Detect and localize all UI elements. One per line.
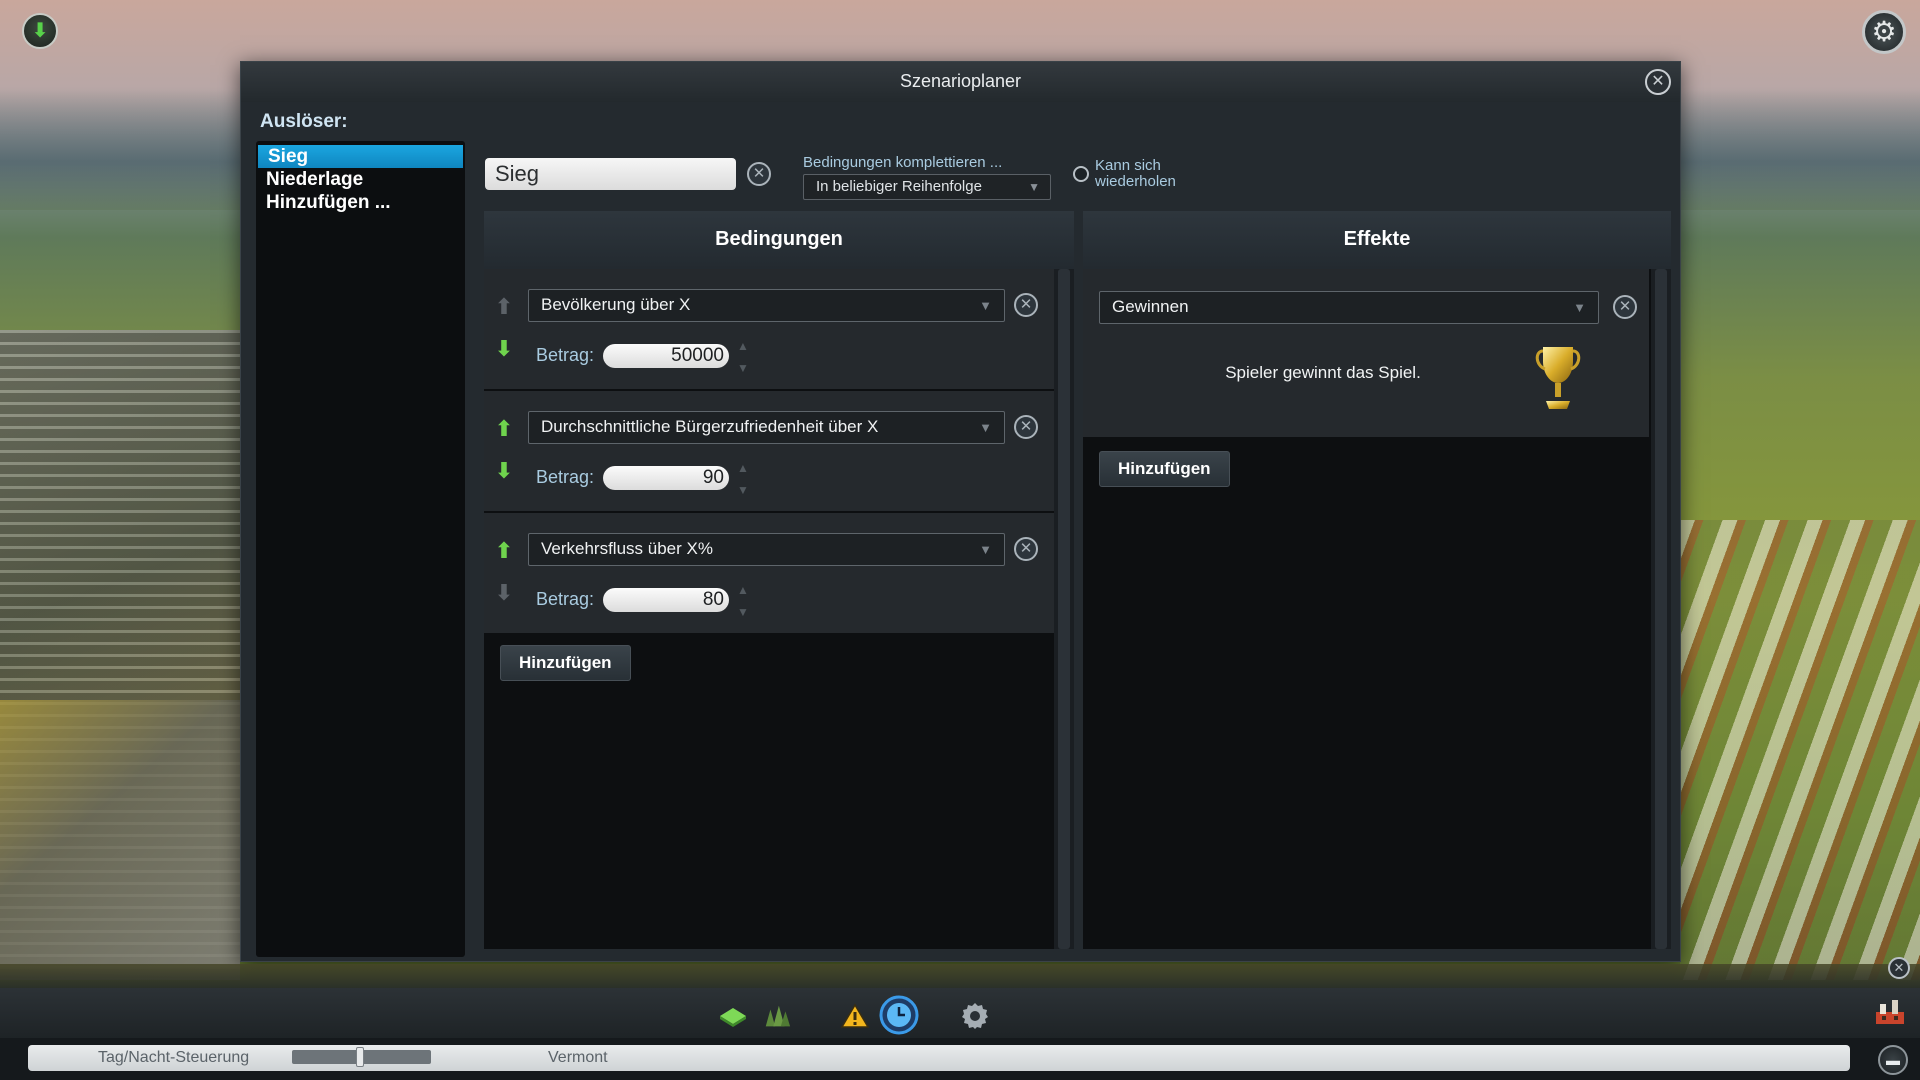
background-town-right [1680,520,1920,980]
message-icon: ▬ [1886,1052,1900,1068]
trigger-list: Sieg Niederlage Hinzufügen ... [256,141,465,957]
condition-type-value: Bevölkerung über X [541,295,691,314]
add-condition-button[interactable]: Hinzufügen [500,645,631,681]
amount-label: Betrag: [536,345,595,365]
condition-card: ⬆ ⬇ Durchschnittliche Bürgerzufriedenhei… [484,391,1054,511]
condition-type-dropdown[interactable]: Durchschnittliche Bürgerzufriedenheit üb… [528,411,1005,444]
unlock-download-button[interactable]: ⬇ [22,13,58,49]
close-icon: ✕ [1618,298,1632,315]
condition-type-dropdown[interactable]: Bevölkerung über X ▼ [528,289,1005,322]
repeat-checkbox[interactable] [1073,166,1089,182]
chevron-down-icon: ▼ [979,420,992,435]
delete-trigger-button[interactable]: ✕ [747,162,771,186]
add-effect-button[interactable]: Hinzufügen [1099,451,1230,487]
city-building-icon[interactable] [1874,998,1906,1026]
amount-label: Betrag: [536,467,595,487]
move-down-arrow-icon[interactable]: ⬇ [494,337,514,361]
close-icon: ✕ [1019,418,1033,435]
effect-type-dropdown[interactable]: Gewinnen ▼ [1099,291,1599,324]
stepper-up-icon[interactable]: ▲ [737,337,749,355]
move-down-arrow-icon[interactable]: ⬇ [494,581,514,605]
chirper-toggle-button[interactable]: ▬ [1878,1045,1908,1075]
download-arrow-icon: ⬇ [31,20,49,42]
close-icon: ✕ [1019,540,1033,557]
chevron-down-icon: ▼ [979,542,992,557]
window-title: Szenarioplaner [241,62,1680,102]
move-up-arrow-icon[interactable]: ⬆ [494,539,514,563]
move-up-arrow-icon[interactable]: ⬆ [494,417,514,441]
complete-conditions-label: Bedingungen komplettieren ... [803,154,1003,171]
condition-type-dropdown[interactable]: Verkehrsfluss über X% ▼ [528,533,1005,566]
amount-label: Betrag: [536,589,595,609]
trigger-item-niederlage[interactable]: Niederlage [256,168,465,191]
close-icon: ✕ [1893,960,1905,975]
effect-card: Gewinnen ▼ ✕ Spieler gewinnt das Spiel. [1083,269,1649,437]
close-toolbar-button[interactable]: ✕ [1888,957,1910,979]
stepper-down-icon[interactable]: ▼ [737,603,749,621]
amount-stepper[interactable]: ▲ ▼ [735,337,751,377]
trigger-item-sieg[interactable]: Sieg [258,145,463,168]
terrain-icon[interactable] [718,1001,748,1031]
triggers-label: Auslöser: [260,111,348,132]
close-icon: ✕ [752,165,766,182]
condition-order-dropdown[interactable]: In beliebiger Reihenfolge ▼ [803,174,1051,200]
conditions-panel: Bedingungen ⬆ ⬇ Bevölkerung über X ▼ ✕ B… [484,211,1074,949]
effect-description: Spieler gewinnt das Spiel. [1225,363,1421,382]
bottom-band [0,964,1920,988]
condition-type-value: Verkehrsfluss über X% [541,539,713,558]
chevron-down-icon: ▼ [979,298,992,313]
stepper-down-icon[interactable]: ▼ [737,359,749,377]
gear-icon: ⚙ [1871,16,1897,47]
amount-stepper[interactable]: ▲ ▼ [735,459,751,499]
stepper-up-icon[interactable]: ▲ [737,581,749,599]
remove-condition-button[interactable]: ✕ [1014,293,1038,317]
condition-card: ⬆ ⬇ Bevölkerung über X ▼ ✕ Betrag: 50000… [484,269,1054,389]
scenario-planner-window: Szenarioplaner ✕ Auslöser: Sieg Niederla… [240,61,1681,962]
options-gear-button[interactable]: ⚙ [1862,10,1906,54]
conditions-header: Bedingungen [484,211,1074,269]
effect-type-value: Gewinnen [1112,297,1189,316]
trees-icon[interactable] [762,1001,792,1031]
condition-type-value: Durchschnittliche Bürgerzufriedenheit üb… [541,417,879,436]
remove-condition-button[interactable]: ✕ [1014,415,1038,439]
move-down-arrow-icon[interactable]: ⬇ [494,459,514,483]
amount-input[interactable]: 80 [603,588,729,612]
amount-input[interactable]: 90 [603,466,729,490]
move-up-arrow-icon[interactable]: ⬆ [494,295,514,319]
condition-order-value: In beliebiger Reihenfolge [816,178,982,195]
effects-header: Effekte [1083,211,1671,269]
chevron-down-icon: ▼ [1573,300,1586,315]
day-night-label: Tag/Nacht-Steuerung [98,1049,250,1066]
stepper-down-icon[interactable]: ▼ [737,481,749,499]
stepper-up-icon[interactable]: ▲ [737,459,749,477]
amount-stepper[interactable]: ▲ ▼ [735,581,751,621]
close-window-button[interactable]: ✕ [1645,69,1671,95]
close-icon: ✕ [1019,296,1033,313]
day-night-slider-handle[interactable] [356,1047,364,1067]
map-name: Vermont [548,1049,608,1066]
close-icon: ✕ [1651,73,1665,90]
effects-scrollbar-thumb[interactable] [1655,269,1667,949]
condition-card: ⬆ ⬇ Verkehrsfluss über X% ▼ ✕ Betrag: 80… [484,513,1054,633]
background-city-left-lower [0,700,240,980]
trigger-add-item[interactable]: Hinzufügen ... [256,191,465,214]
remove-effect-button[interactable]: ✕ [1613,295,1637,319]
disaster-warning-icon[interactable] [840,1001,870,1031]
effects-panel: Effekte Gewinnen ▼ ✕ Spieler gewinnt das… [1083,211,1671,949]
repeat-label: Kann sich wiederholen [1095,157,1176,190]
chevron-down-icon: ▼ [1028,180,1040,194]
clock-icon[interactable] [878,994,920,1036]
amount-input[interactable]: 50000 [603,344,729,368]
trophy-icon [1535,347,1581,409]
settings-cog-icon[interactable] [960,1001,990,1031]
conditions-scrollbar-thumb[interactable] [1058,269,1070,949]
remove-condition-button[interactable]: ✕ [1014,537,1038,561]
trigger-name-input[interactable]: Sieg [485,158,736,190]
